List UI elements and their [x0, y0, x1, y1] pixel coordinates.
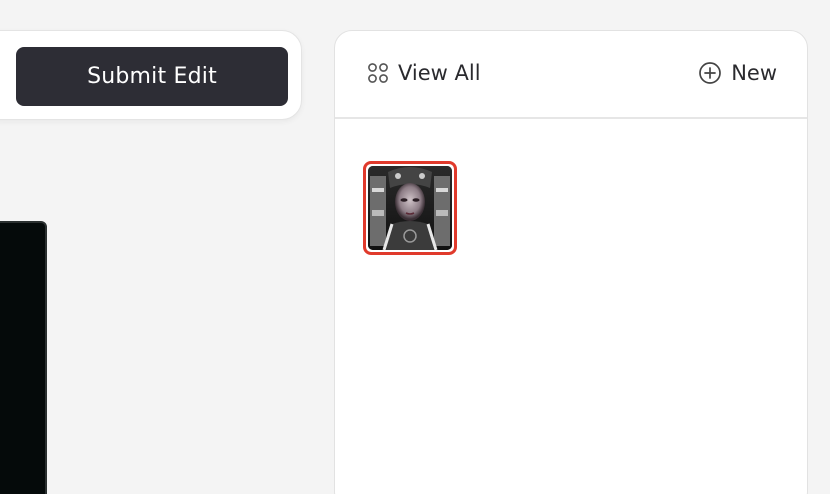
view-all-button[interactable]: View All: [367, 61, 481, 85]
new-button[interactable]: New: [698, 61, 777, 85]
grid-icon: [367, 62, 389, 84]
page: Submit Edit View All New: [0, 0, 830, 494]
new-label: New: [731, 61, 777, 85]
canvas-preview[interactable]: [0, 221, 47, 494]
gallery-header: View All New: [335, 31, 807, 119]
portrait-image: [368, 166, 452, 250]
gallery-panel: View All New: [334, 30, 808, 494]
submit-edit-button[interactable]: Submit Edit: [16, 47, 288, 106]
plus-circle-icon: [698, 61, 722, 85]
portrait-thumbnail[interactable]: [363, 161, 457, 255]
view-all-label: View All: [398, 61, 481, 85]
